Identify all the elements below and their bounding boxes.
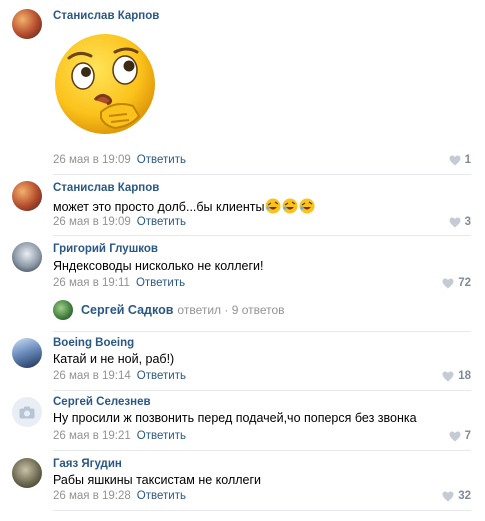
camera-icon [19,406,35,418]
comment-meta: 26 мая в 19:28 Ответить [53,490,186,502]
like-button[interactable]: 1 [449,154,471,166]
divider [53,450,471,451]
comment-date[interactable]: 26 мая в 19:09 [53,154,131,166]
comment-author[interactable]: Станислав Карпов [53,10,159,22]
heart-icon [449,431,461,441]
like-button[interactable]: 72 [442,277,471,289]
like-count: 18 [458,370,471,382]
divider [53,235,471,236]
heart-icon [449,155,461,165]
divider [53,510,471,511]
reply-link[interactable]: Ответить [137,370,186,382]
rolling-laughing-emoji-icon [282,198,298,214]
like-count: 3 [464,216,471,228]
thread-author[interactable]: Сергей Садков [81,303,173,317]
avatar [53,300,73,320]
comment-text: Ну просили ж позвонить перед подачей,чо … [53,411,417,425]
avatar[interactable] [12,338,42,368]
like-button[interactable]: 32 [442,490,471,502]
like-button[interactable]: 7 [449,430,471,442]
comment-date[interactable]: 26 мая в 19:11 [53,277,130,289]
avatar[interactable] [12,397,42,427]
heart-icon [442,371,454,381]
avatar[interactable] [12,458,42,488]
rolling-laughing-emoji-icon [299,198,315,214]
comment-text: может это просто долб...бы клиенты [53,198,315,214]
comment-meta: 26 мая в 19:09 Ответить [53,216,186,228]
thinking-face-sticker [55,34,155,134]
comment-author[interactable]: Григорий Глушков [53,243,158,255]
comment-date[interactable]: 26 мая в 19:14 [53,370,131,382]
reply-link[interactable]: Ответить [136,277,185,289]
comment-text: Катай и не ной, раб!) [53,352,175,366]
comment-meta: 26 мая в 19:14 Ответить [53,370,186,382]
comment-author[interactable]: Гаяз Ягудин [53,458,122,470]
divider [53,331,471,332]
heart-icon [442,278,454,288]
rolling-laughing-emoji-icon [265,198,281,214]
comment-date[interactable]: 26 мая в 19:21 [53,430,131,442]
reply-link[interactable]: Ответить [137,154,186,166]
divider [53,390,471,391]
avatar[interactable] [12,242,42,272]
like-count: 32 [458,490,471,502]
comment-date[interactable]: 26 мая в 19:09 [53,216,131,228]
comment-meta: 26 мая в 19:09 Ответить [53,154,186,166]
comment-date[interactable]: 26 мая в 19:28 [53,490,131,502]
divider [53,174,471,175]
like-count: 72 [458,277,471,289]
heart-icon [442,491,454,501]
thread-summary[interactable]: ответил · 9 ответов [177,303,284,317]
comment-text: Рабы яшкины таксистам не коллеги [53,473,262,487]
like-count: 7 [464,430,471,442]
reply-link[interactable]: Ответить [137,216,186,228]
comment-text-content: может это просто долб...бы клиенты [53,200,265,214]
comment-author[interactable]: Сергей Селезнев [53,396,151,408]
comment-meta: 26 мая в 19:21 Ответить [53,430,186,442]
like-button[interactable]: 18 [442,370,471,382]
comment-author[interactable]: Boeing Boeing [53,337,134,349]
heart-icon [449,217,461,227]
avatar[interactable] [12,9,42,39]
comment-meta: 26 мая в 19:11 Ответить [53,277,185,289]
reply-link[interactable]: Ответить [137,430,186,442]
like-button[interactable]: 3 [449,216,471,228]
reply-link[interactable]: Ответить [137,490,186,502]
avatar[interactable] [12,181,42,211]
comment-author[interactable]: Станислав Карпов [53,182,159,194]
like-count: 1 [464,154,471,166]
comment-text: Яндексоводы нисколько не коллеги! [53,259,264,273]
replies-thread-link[interactable]: Сергей Садков ответил · 9 ответов [53,298,285,322]
